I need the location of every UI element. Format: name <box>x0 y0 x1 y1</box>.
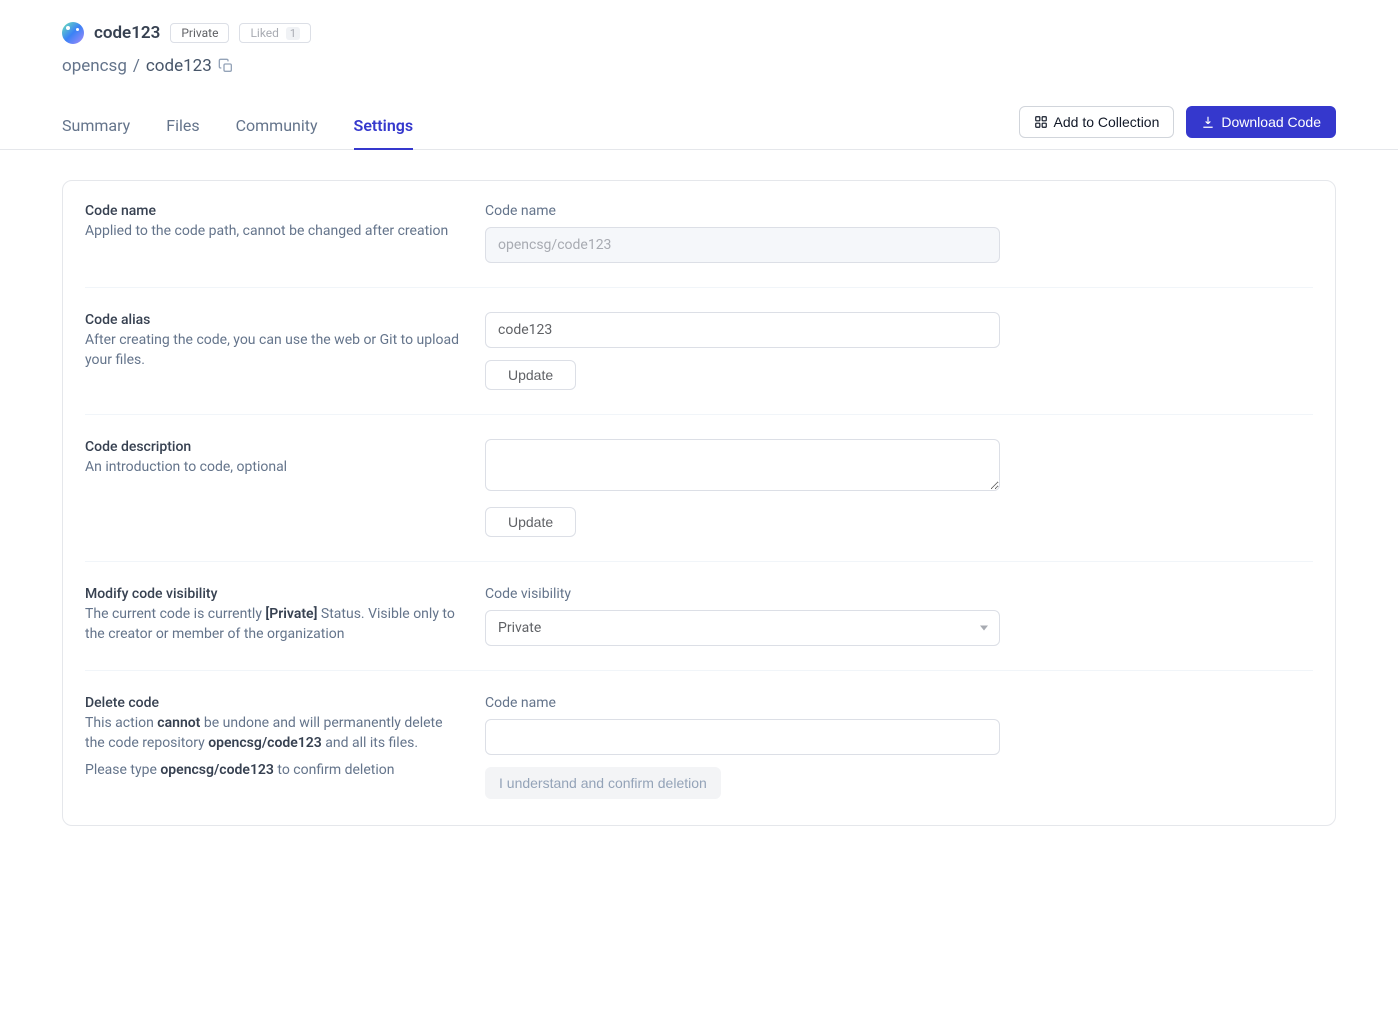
delete-description-2: Please type opencsg/code123 to confirm d… <box>85 760 465 780</box>
code-description-hint: An introduction to code, optional <box>85 457 465 477</box>
tab-files[interactable]: Files <box>166 104 199 149</box>
visibility-select[interactable]: Private <box>485 610 1000 646</box>
code-name-field-label: Code name <box>485 203 1000 219</box>
visibility-label: Modify code visibility <box>85 586 465 602</box>
code-name-label: Code name <box>85 203 465 219</box>
private-badge: Private <box>170 23 229 43</box>
setting-code-alias: Code alias After creating the code, you … <box>85 287 1313 414</box>
breadcrumb: opencsg / code123 <box>62 56 1336 76</box>
tab-summary[interactable]: Summary <box>62 104 130 149</box>
visibility-desc-prefix: The current code is currently <box>85 606 265 622</box>
liked-badge[interactable]: Liked 1 <box>239 23 311 43</box>
breadcrumb-name: code123 <box>146 56 212 76</box>
delete-desc2-suffix: to confirm deletion <box>274 762 395 778</box>
delete-field-label: Code name <box>485 695 1000 711</box>
update-alias-button[interactable]: Update <box>485 360 576 390</box>
add-to-collection-button[interactable]: Add to Collection <box>1019 106 1175 138</box>
liked-count: 1 <box>286 27 300 40</box>
update-description-button[interactable]: Update <box>485 507 576 537</box>
code-description-label: Code description <box>85 439 465 455</box>
visibility-description: The current code is currently [Private] … <box>85 604 465 645</box>
delete-desc1-suffix: and all its files. <box>322 735 418 751</box>
tabs: Summary Files Community Settings <box>62 104 413 149</box>
confirm-delete-button[interactable]: I understand and confirm deletion <box>485 767 721 799</box>
tab-community[interactable]: Community <box>236 104 318 149</box>
delete-desc1-strong: cannot <box>157 715 200 731</box>
settings-card: Code name Applied to the code path, cann… <box>62 180 1336 826</box>
setting-code-name: Code name Applied to the code path, cann… <box>85 203 1313 287</box>
delete-desc1-repo: opencsg/code123 <box>208 735 322 751</box>
liked-label: Liked <box>250 26 278 40</box>
add-to-collection-label: Add to Collection <box>1054 114 1160 130</box>
breadcrumb-owner[interactable]: opencsg <box>62 56 127 76</box>
breadcrumb-separator: / <box>133 56 140 76</box>
visibility-field-label: Code visibility <box>485 586 1000 602</box>
code-name-input <box>485 227 1000 263</box>
download-code-label: Download Code <box>1221 114 1321 130</box>
code-description-textarea[interactable] <box>485 439 1000 491</box>
download-icon <box>1201 115 1215 129</box>
copy-icon[interactable] <box>218 58 234 74</box>
delete-desc1-prefix: This action <box>85 715 157 731</box>
code-alias-description: After creating the code, you can use the… <box>85 330 465 371</box>
repo-avatar <box>62 22 84 44</box>
repo-title: code123 <box>94 23 160 43</box>
setting-code-visibility: Modify code visibility The current code … <box>85 561 1313 670</box>
visibility-status: [Private] <box>265 606 317 622</box>
delete-confirm-input[interactable] <box>485 719 1000 755</box>
code-alias-label: Code alias <box>85 312 465 328</box>
collection-icon <box>1034 115 1048 129</box>
setting-delete-code: Delete code This action cannot be undone… <box>85 670 1313 803</box>
delete-label: Delete code <box>85 695 465 711</box>
setting-code-description: Code description An introduction to code… <box>85 414 1313 561</box>
delete-description-1: This action cannot be undone and will pe… <box>85 713 465 754</box>
code-alias-input[interactable] <box>485 312 1000 348</box>
delete-desc2-repo: opencsg/code123 <box>160 762 274 778</box>
code-name-description: Applied to the code path, cannot be chan… <box>85 221 465 241</box>
download-code-button[interactable]: Download Code <box>1186 106 1336 138</box>
tab-settings[interactable]: Settings <box>354 104 414 149</box>
delete-desc2-prefix: Please type <box>85 762 160 778</box>
